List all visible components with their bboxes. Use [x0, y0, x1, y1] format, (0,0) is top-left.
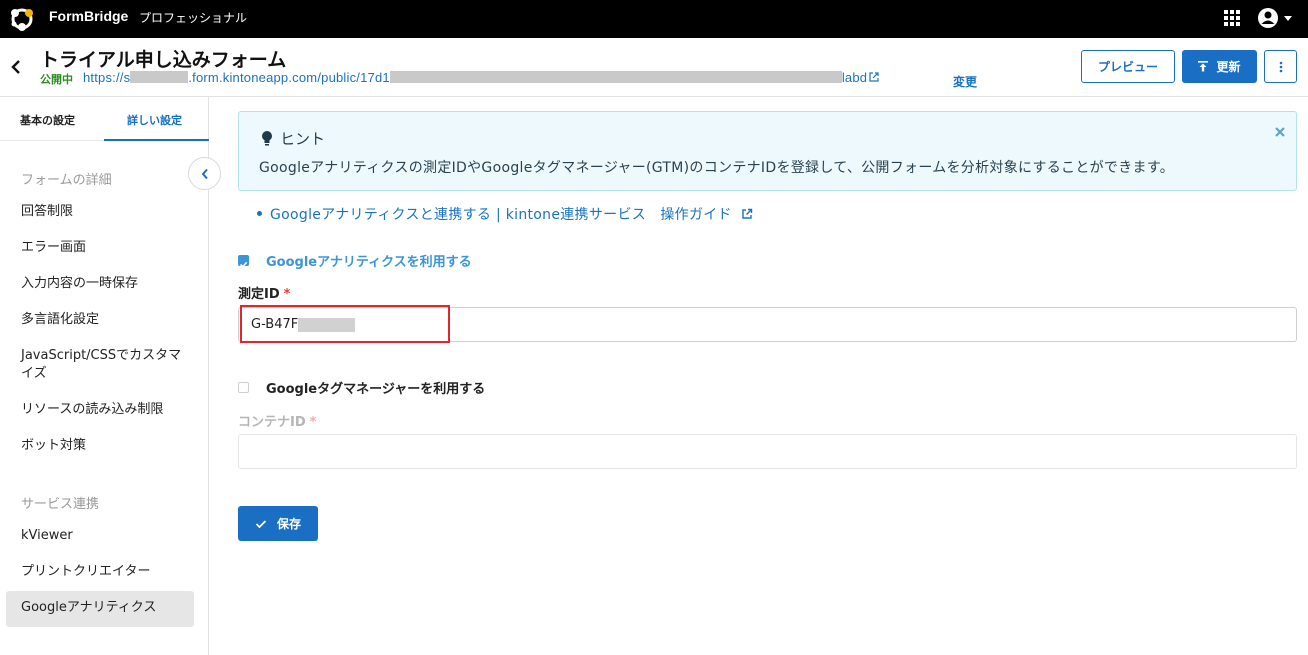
tab-detail-settings[interactable]: 詳しい設定	[127, 112, 182, 128]
hint-box: ヒント Googleアナリティクスの測定IDやGoogleタグマネージャー(GT…	[238, 111, 1297, 191]
section-service-integration: サービス連携	[21, 497, 100, 512]
check-icon	[255, 519, 267, 528]
close-icon[interactable]	[1274, 126, 1286, 138]
highlight-box	[240, 305, 450, 343]
preview-button[interactable]: プレビュー	[1081, 50, 1175, 83]
sidebar-item-response-limit[interactable]: 回答制限	[21, 203, 191, 221]
checkmark-icon	[239, 261, 248, 268]
external-link-icon	[741, 208, 752, 219]
settings-sidebar: 基本の設定 詳しい設定 フォームの詳細 回答制限 エラー画面 入力内容の一時保存…	[0, 97, 209, 655]
save-button[interactable]: 保存	[238, 506, 318, 541]
save-label: 保存	[276, 517, 301, 531]
plan-label: プロフェッショナル	[139, 11, 248, 25]
sidebar-item-error-page[interactable]: エラー画面	[21, 239, 191, 257]
url-suffix: labd	[841, 70, 868, 85]
upload-icon	[1198, 61, 1209, 72]
back-arrow-icon[interactable]	[10, 58, 22, 76]
update-button[interactable]: 更新	[1182, 50, 1257, 83]
url-middle: .form.kintoneapp.com/public/17d1	[188, 70, 390, 85]
chevron-left-icon	[201, 168, 208, 179]
ga-checkbox[interactable]	[238, 255, 249, 268]
url-mask	[130, 71, 189, 83]
brand-name: FormBridge	[49, 8, 129, 24]
container-id-label-text: コンテナID	[238, 415, 306, 430]
active-tab-indicator	[104, 139, 209, 141]
formbridge-logo-icon[interactable]	[8, 5, 36, 33]
status-badge: 公開中	[40, 73, 73, 86]
sidebar-item-js-css[interactable]: JavaScript/CSSでカスタマイズ	[21, 347, 186, 383]
sidebar-item-multilang[interactable]: 多言語化設定	[21, 311, 191, 329]
update-label: 更新	[1216, 60, 1241, 74]
ga-checkbox-label[interactable]: Googleアナリティクスを利用する	[266, 251, 472, 270]
public-url-link[interactable]: https://s .form.kintoneapp.com/public/17d…	[83, 70, 879, 85]
hint-title: ヒント	[280, 130, 326, 148]
page-title: トライアル申し込みフォーム	[40, 49, 287, 71]
container-id-label: コンテナID *	[238, 411, 316, 430]
apps-grid-icon[interactable]	[1224, 10, 1240, 26]
measurement-id-label-text: 測定ID	[238, 287, 280, 302]
required-mark: *	[283, 287, 291, 302]
guide-link-text: Googleアナリティクスと連携する | kintone連携サービス 操作ガイド	[270, 207, 732, 223]
sidebar-item-print-creator[interactable]: プリントクリエイター	[21, 563, 191, 581]
tab-basic-settings[interactable]: 基本の設定	[20, 112, 75, 128]
gtm-checkbox-label[interactable]: Googleタグマネージャーを利用する	[266, 378, 485, 397]
sidebar-item-bot-protection[interactable]: ボット対策	[21, 437, 191, 455]
hint-text: Googleアナリティクスの測定IDやGoogleタグマネージャー(GTM)のコ…	[259, 160, 1175, 176]
sidebar-item-resource-limit[interactable]: リソースの読み込み制限	[21, 401, 191, 419]
container-id-input[interactable]	[238, 434, 1297, 469]
sidebar-item-kviewer[interactable]: kViewer	[21, 527, 191, 545]
lightbulb-icon	[262, 131, 272, 146]
page-header: トライアル申し込みフォーム 公開中 https://s .form.kintone…	[0, 38, 1308, 97]
more-vertical-icon	[1279, 61, 1282, 72]
collapse-sidebar-button[interactable]	[188, 157, 221, 190]
section-form-details: フォームの詳細	[21, 173, 112, 188]
user-account-icon[interactable]	[1257, 7, 1293, 29]
bullet-dot	[257, 211, 262, 216]
measurement-id-label: 測定ID *	[238, 283, 290, 302]
url-mask	[389, 71, 842, 83]
url-prefix: https://s	[83, 70, 131, 85]
sidebar-item-temp-save[interactable]: 入力内容の一時保存	[21, 275, 191, 293]
gtm-checkbox[interactable]	[238, 382, 249, 393]
required-mark: *	[309, 415, 317, 430]
external-link-icon	[869, 72, 879, 82]
top-bar: FormBridge プロフェッショナル	[0, 0, 1308, 38]
change-url-link[interactable]: 変更	[953, 73, 977, 90]
more-menu-button[interactable]	[1264, 50, 1297, 83]
guide-link[interactable]: Googleアナリティクスと連携する | kintone連携サービス 操作ガイド	[257, 204, 753, 224]
sidebar-item-google-analytics[interactable]: Googleアナリティクス	[21, 599, 191, 617]
